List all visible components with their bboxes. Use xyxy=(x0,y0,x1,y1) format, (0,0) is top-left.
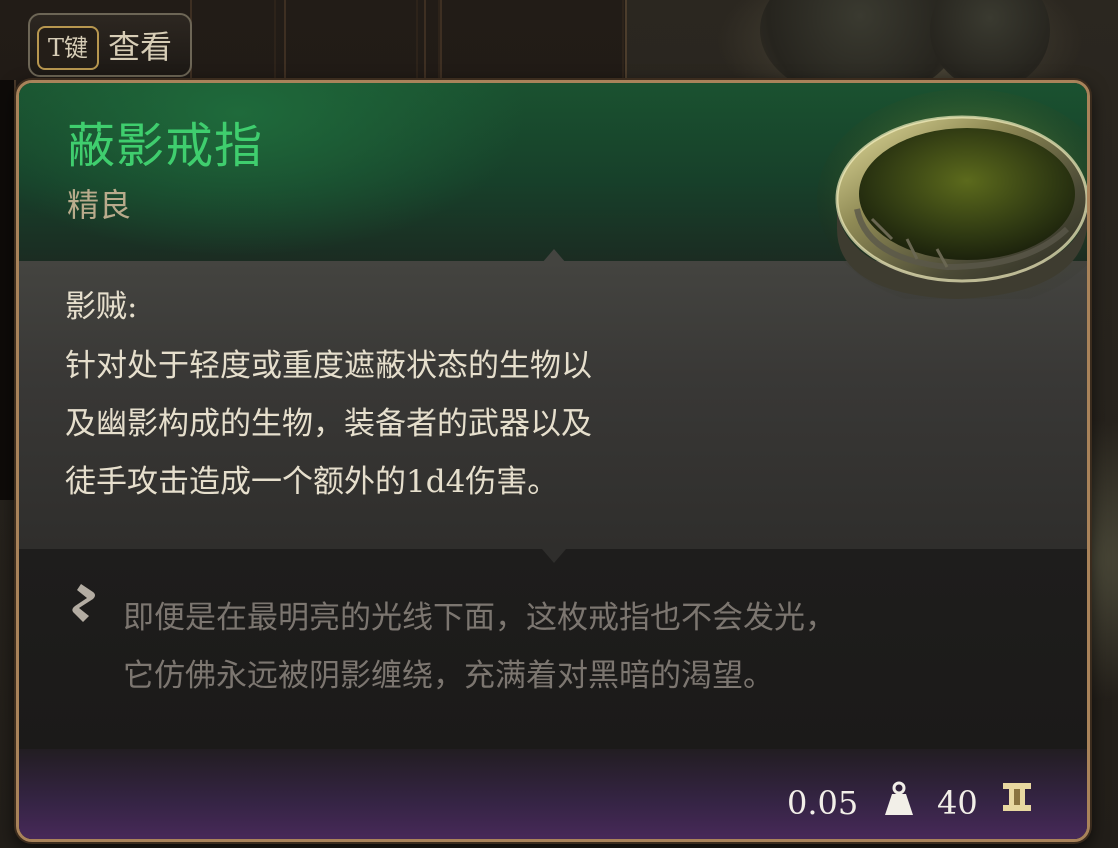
ability-description-line: 针对处于轻度或重度遮蔽状态的生物以 xyxy=(65,348,592,384)
game-scene: T键 查看 蔽影戒指 精良 影贼: 针对处于轻度或重度遮蔽状态的生物以 及幽影构… xyxy=(0,0,1118,848)
section-divider xyxy=(542,249,566,263)
item-name: 蔽影戒指 xyxy=(67,118,264,174)
inventory-slot[interactable] xyxy=(190,0,276,78)
item-tooltip: 蔽影戒指 精良 影贼: 针对处于轻度或重度遮蔽状态的生物以 及幽影构成的生物，装… xyxy=(16,80,1090,842)
section-divider xyxy=(542,549,566,563)
inventory-slot[interactable] xyxy=(440,0,624,78)
inspect-key-hint[interactable]: T键 查看 xyxy=(28,13,192,77)
item-rarity: 精良 xyxy=(67,186,132,224)
key-cap: T键 xyxy=(37,26,99,70)
flavor-text-line: 即便是在最明亮的光线下面，这枚戒指也不会发光， xyxy=(123,600,836,636)
ability-description: 针对处于轻度或重度遮蔽状态的生物以 及幽影构成的生物，装备者的武器以及 徒手攻击… xyxy=(65,337,765,511)
ability-name: 影贼: xyxy=(65,289,138,325)
flavor-text-line: 它仿佛永远被阴影缠绕，充满着对黑暗的渴望。 xyxy=(123,658,774,694)
ring-icon xyxy=(817,89,1087,299)
ability-description-line: 徒手攻击造成一个额外的1d4伤害。 xyxy=(65,464,559,500)
key-hint-label: 查看 xyxy=(108,28,173,66)
item-value: 40 xyxy=(937,784,978,822)
background-character xyxy=(930,0,1050,90)
inventory-edge xyxy=(0,80,16,500)
inventory-slot[interactable] xyxy=(284,0,418,78)
inventory-slot[interactable] xyxy=(424,0,440,78)
ability-description-line: 及幽影构成的生物，装备者的武器以及 xyxy=(65,406,592,442)
gold-coin-icon xyxy=(1003,783,1031,811)
item-weight: 0.05 xyxy=(787,784,859,822)
tooltip-footer xyxy=(19,749,1087,839)
quill-icon xyxy=(72,584,95,622)
flavor-text: 即便是在最明亮的光线下面，这枚戒指也不会发光， 它仿佛永远被阴影缠绕，充满着对黑… xyxy=(123,589,1043,705)
weight-icon xyxy=(885,781,913,815)
